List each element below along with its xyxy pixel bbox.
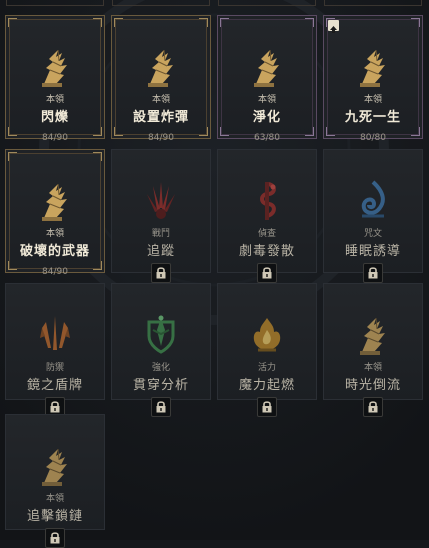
skill-card[interactable]: 咒文 睡眠誘導 (323, 149, 423, 283)
card-corner (305, 18, 314, 27)
skill-name: 劇毒發散 (238, 244, 295, 259)
card-corner (93, 18, 102, 27)
prev-row-edge (112, 0, 210, 6)
skill-progress: 84/90 (148, 133, 174, 143)
skill-card[interactable]: 本領 時光倒流 (323, 283, 423, 417)
prev-row-edge (218, 0, 316, 6)
lock-icon (151, 263, 171, 283)
skill-name: 設置炸彈 (132, 110, 189, 125)
lock-icon (257, 397, 277, 417)
skill-name: 九死一生 (344, 110, 401, 125)
skill-card[interactable]: 防禦 鏡之盾牌 (5, 283, 105, 417)
skill-category: 本領 (151, 95, 170, 105)
skill-card[interactable]: 活力 魔力起燃 (217, 283, 317, 417)
skill-card[interactable]: 本領淨化 63/80 (217, 15, 317, 143)
skill-progress: 84/90 (42, 267, 68, 277)
skill-progress: 84/90 (42, 133, 68, 143)
card-corner (220, 18, 229, 27)
skill-card[interactable]: 本領 追擊鎖鏈 (5, 414, 105, 548)
skill-card[interactable]: 偵查 劇毒發散 (217, 149, 317, 283)
skill-card[interactable]: 本領九死一生 80/80 (323, 15, 423, 143)
skill-category: 強化 (151, 363, 170, 373)
skill-progress: 63/80 (254, 133, 280, 143)
lock-icon (257, 263, 277, 283)
skill-name: 破壞的武器 (19, 244, 90, 259)
skill-category: 本領 (45, 494, 64, 504)
skill-category: 戰鬥 (151, 229, 170, 239)
lock-icon (45, 528, 65, 548)
lock-icon (151, 397, 171, 417)
skill-card[interactable]: 強化 貫穿分析 (111, 283, 211, 417)
lock-icon (363, 263, 383, 283)
card-corner (8, 152, 17, 161)
skill-category: 本領 (257, 95, 276, 105)
skill-name: 追擊鎖鏈 (26, 509, 83, 524)
skill-name: 追蹤 (146, 244, 175, 259)
lock-icon (363, 397, 383, 417)
skill-category: 活力 (257, 363, 276, 373)
card-corner (114, 18, 123, 27)
skill-name: 時光倒流 (344, 378, 401, 393)
prev-row-edge (6, 0, 104, 6)
skill-category: 偵查 (257, 229, 276, 239)
skill-name: 鏡之盾牌 (26, 378, 83, 393)
card-corner (93, 152, 102, 161)
prev-row-edge (324, 0, 422, 6)
skill-category: 咒文 (363, 229, 382, 239)
skill-category: 本領 (45, 95, 64, 105)
skill-name: 閃爍 (40, 110, 69, 125)
skill-category: 本領 (45, 229, 64, 239)
skill-name: 睡眠誘導 (344, 244, 401, 259)
skill-name: 淨化 (252, 110, 281, 125)
skill-name: 魔力起燃 (238, 378, 295, 393)
skill-name: 貫穿分析 (132, 378, 189, 393)
skill-card[interactable]: 本領破壞的武器 84/90 (5, 149, 105, 277)
card-corner (8, 18, 17, 27)
card-corner (411, 18, 420, 27)
skill-card[interactable]: 本領閃爍 84/90 (5, 15, 105, 143)
skill-category: 防禦 (45, 363, 64, 373)
skill-card[interactable]: 本領設置炸彈 84/90 (111, 15, 211, 143)
skill-category: 本領 (363, 95, 382, 105)
card-corner (199, 18, 208, 27)
skill-category: 本領 (363, 363, 382, 373)
upgrade-arrow-icon (328, 20, 339, 33)
skill-progress: 80/80 (360, 133, 386, 143)
skill-card[interactable]: 戰鬥 追蹤 (111, 149, 211, 283)
